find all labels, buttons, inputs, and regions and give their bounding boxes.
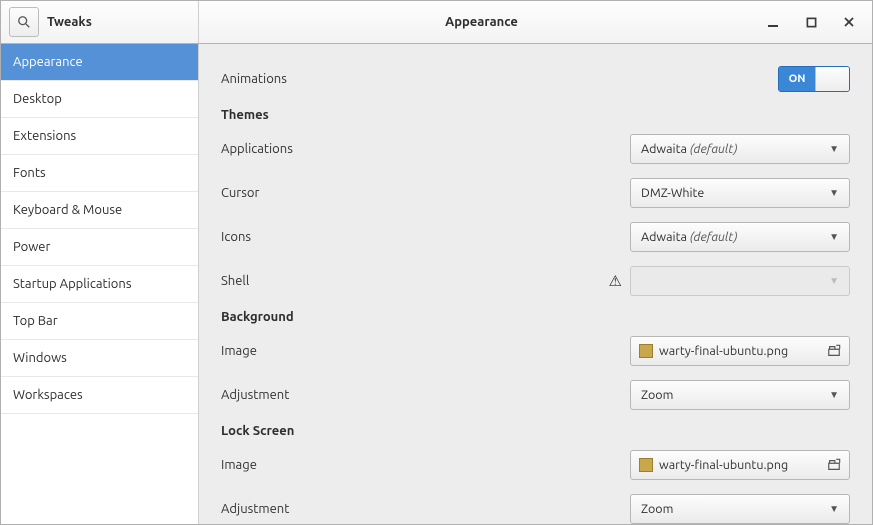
sidebar-item-label: Top Bar [13,314,58,328]
row-shell: Shell ⚠ ▼ [221,266,850,296]
switch-handle [815,67,849,91]
row-bg-adjustment: Adjustment Zoom ▼ [221,380,850,410]
file-name: warty-final-ubuntu.png [659,344,821,358]
minimize-button[interactable] [764,13,782,31]
combo-shell: ▼ [630,266,850,296]
titlebar: Tweaks Appearance [1,1,872,44]
sidebar-item-label: Fonts [13,166,46,180]
chevron-down-icon: ▼ [829,143,839,155]
content: Animations ON Themes Applications Adwait… [199,44,872,524]
sidebar-item-label: Keyboard & Mouse [13,203,122,217]
row-ls-image: Image warty-final-ubuntu.png [221,450,850,480]
titlebar-left: Tweaks [1,1,199,43]
sidebar-item-label: Extensions [13,129,76,143]
app-title: Tweaks [47,15,92,29]
body: Appearance Desktop Extensions Fonts Keyb… [1,44,872,524]
sidebar-item-desktop[interactable]: Desktop [1,81,198,118]
maximize-icon [806,17,817,28]
section-background: Background [221,310,850,324]
combo-applications[interactable]: Adwaita (default) ▼ [630,134,850,164]
combo-ls-adjustment[interactable]: Zoom ▼ [630,494,850,524]
file-name: warty-final-ubuntu.png [659,458,821,472]
label-icons: Icons [221,230,251,244]
switch-animations[interactable]: ON [778,66,850,92]
chevron-down-icon: ▼ [829,231,839,243]
search-button[interactable] [9,7,39,37]
combo-value: DMZ-White [641,186,829,200]
open-folder-icon [827,344,841,358]
close-button[interactable] [840,13,858,31]
default-suffix: (default) [690,230,738,244]
label-bg-image: Image [221,344,257,358]
section-lockscreen: Lock Screen [221,424,850,438]
section-themes: Themes [221,108,850,122]
open-folder-icon [827,458,841,472]
search-icon [17,15,31,29]
sidebar-item-label: Power [13,240,50,254]
sidebar: Appearance Desktop Extensions Fonts Keyb… [1,44,199,524]
label-applications: Applications [221,142,293,156]
sidebar-item-label: Appearance [13,55,83,69]
window: Tweaks Appearance Appearance Desktop Ext… [0,0,873,525]
sidebar-item-label: Desktop [13,92,62,106]
image-file-icon [639,344,653,358]
sidebar-item-keyboard-mouse[interactable]: Keyboard & Mouse [1,192,198,229]
row-right-shell: ⚠ ▼ [609,266,850,296]
label-ls-image: Image [221,458,257,472]
file-chooser-lockscreen[interactable]: warty-final-ubuntu.png [630,450,850,480]
label-cursor: Cursor [221,186,259,200]
switch-on-label: ON [779,67,815,91]
warning-icon: ⚠ [609,272,622,290]
chevron-down-icon: ▼ [829,503,839,515]
page-title: Appearance [445,15,518,29]
image-file-icon [639,458,653,472]
label-shell: Shell [221,274,249,288]
minimize-icon [767,16,779,28]
row-ls-adjustment: Adjustment Zoom ▼ [221,494,850,524]
file-chooser-background[interactable]: warty-final-ubuntu.png [630,336,850,366]
sidebar-item-workspaces[interactable]: Workspaces [1,377,198,414]
titlebar-center: Appearance [199,1,764,43]
label-bg-adjustment: Adjustment [221,388,289,402]
label-animations: Animations [221,72,287,86]
label-ls-adjustment: Adjustment [221,502,289,516]
combo-icons[interactable]: Adwaita (default) ▼ [630,222,850,252]
sidebar-item-windows[interactable]: Windows [1,340,198,377]
sidebar-item-power[interactable]: Power [1,229,198,266]
sidebar-item-top-bar[interactable]: Top Bar [1,303,198,340]
row-applications: Applications Adwaita (default) ▼ [221,134,850,164]
sidebar-item-label: Startup Applications [13,277,131,291]
chevron-down-icon: ▼ [829,389,839,401]
sidebar-item-label: Windows [13,351,67,365]
sidebar-item-fonts[interactable]: Fonts [1,155,198,192]
window-controls [764,1,872,43]
maximize-button[interactable] [802,13,820,31]
sidebar-item-appearance[interactable]: Appearance [1,44,198,81]
combo-bg-adjustment[interactable]: Zoom ▼ [630,380,850,410]
chevron-down-icon: ▼ [829,187,839,199]
combo-cursor[interactable]: DMZ-White ▼ [630,178,850,208]
sidebar-item-label: Workspaces [13,388,83,402]
chevron-down-icon: ▼ [829,275,839,287]
combo-value: Adwaita [641,230,687,244]
sidebar-item-extensions[interactable]: Extensions [1,118,198,155]
row-icons: Icons Adwaita (default) ▼ [221,222,850,252]
close-icon [843,16,855,28]
sidebar-item-startup-applications[interactable]: Startup Applications [1,266,198,303]
combo-value: Zoom [641,502,829,516]
combo-value: Zoom [641,388,829,402]
row-bg-image: Image warty-final-ubuntu.png [221,336,850,366]
combo-value: Adwaita [641,142,687,156]
row-animations: Animations ON [221,64,850,94]
row-cursor: Cursor DMZ-White ▼ [221,178,850,208]
default-suffix: (default) [690,142,738,156]
